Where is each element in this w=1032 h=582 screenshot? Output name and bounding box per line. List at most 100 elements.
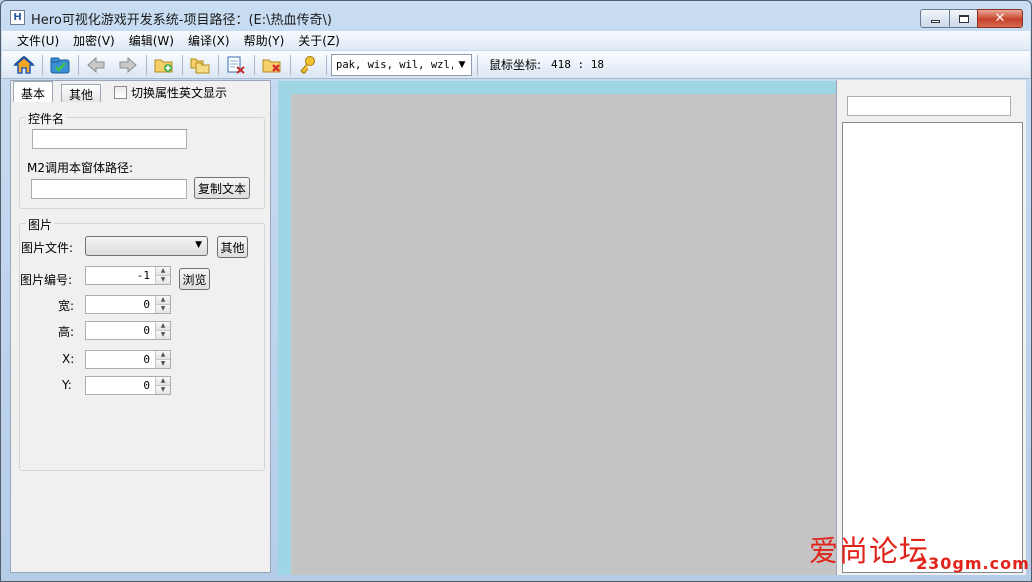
spin-down-icon[interactable]: ▼	[156, 275, 170, 284]
right-search-input[interactable]	[847, 96, 1011, 116]
height-value: 0	[143, 324, 150, 337]
toolbar-separator	[182, 54, 183, 75]
new-folder-icon	[154, 59, 172, 72]
browse-button[interactable]: 浏览	[179, 268, 210, 290]
m2-path-label: M2调用本窗体路径:	[27, 161, 134, 175]
copy-folder-button[interactable]	[186, 53, 213, 77]
x-value: 0	[143, 353, 150, 366]
image-group: 图片 图片文件: ▼ 其他 图片编号: -1 ▲ ▼ 浏览 宽: 0 ▲ ▼ 高…	[19, 216, 265, 471]
toggle-english-label: 切换属性英文显示	[131, 86, 228, 100]
toolbar-separator	[146, 54, 147, 75]
menu-encrypt[interactable]: 加密(V)	[66, 32, 122, 49]
close-icon: ✕	[994, 11, 1006, 26]
spin-up-icon[interactable]: ▲	[156, 296, 170, 305]
back-button[interactable]	[82, 53, 109, 77]
height-spinner[interactable]: 0 ▲ ▼	[85, 321, 171, 340]
toolbar-separator	[254, 54, 255, 75]
menu-about[interactable]: 关于(Z)	[291, 32, 347, 49]
window-title: Hero可视化游戏开发系统-项目路径：(E:\热血传奇\)	[31, 13, 332, 28]
delete-button[interactable]	[258, 53, 285, 77]
spinner-buttons[interactable]: ▲ ▼	[155, 351, 170, 368]
toggle-english-checkbox[interactable]: 切换属性英文显示	[114, 84, 227, 101]
back-arrow-icon	[86, 56, 104, 73]
menu-bar: 文件(U) 加密(V) 编辑(W) 编译(X) 帮助(Y) 关于(Z)	[2, 31, 1030, 50]
cut-button[interactable]	[222, 53, 249, 77]
delete-folder-icon	[262, 59, 280, 72]
x-spinner[interactable]: 0 ▲ ▼	[85, 350, 171, 369]
chevron-down-icon: ▼	[195, 240, 202, 250]
spin-up-icon[interactable]: ▲	[156, 377, 170, 386]
cut-icon	[227, 56, 245, 74]
other-button[interactable]: 其他	[217, 236, 248, 258]
key-button[interactable]	[294, 53, 321, 77]
spinner-buttons[interactable]: ▲ ▼	[155, 377, 170, 394]
caption-buttons: ✕	[920, 9, 1023, 28]
image-file-label: 图片文件:	[21, 241, 74, 255]
open-button[interactable]	[46, 53, 73, 77]
spin-up-icon[interactable]: ▲	[156, 322, 170, 331]
width-spinner[interactable]: 0 ▲ ▼	[85, 295, 171, 314]
key-icon	[299, 55, 315, 74]
home-icon	[12, 55, 35, 74]
close-button[interactable]: ✕	[977, 9, 1023, 28]
control-name-group-title: 控件名	[26, 110, 67, 127]
copy-folder-icon	[190, 58, 209, 73]
new-folder-button[interactable]	[150, 53, 177, 77]
menu-compile[interactable]: 编译(X)	[181, 32, 237, 49]
maximize-button[interactable]	[949, 9, 977, 28]
spin-down-icon[interactable]: ▼	[156, 385, 170, 394]
spin-down-icon[interactable]: ▼	[156, 359, 170, 368]
image-index-spinner[interactable]: -1 ▲ ▼	[85, 266, 171, 285]
spin-down-icon[interactable]: ▼	[156, 304, 170, 313]
toolbar-separator	[477, 54, 478, 75]
height-label: 高:	[58, 325, 75, 339]
maximize-icon	[958, 14, 969, 23]
forward-arrow-icon	[119, 56, 137, 73]
toolbar: pak, wis, wil, wzl, ▼ 鼠标坐标: 418 : 18	[2, 51, 1030, 79]
toolbar-separator	[218, 54, 219, 75]
menu-file[interactable]: 文件(U)	[10, 32, 66, 49]
toolbar-separator	[290, 54, 291, 75]
mouse-coords-label: 鼠标坐标:	[489, 58, 542, 72]
toolbar-separator	[42, 54, 43, 75]
y-spinner[interactable]: 0 ▲ ▼	[85, 376, 171, 395]
control-list[interactable]	[842, 122, 1023, 573]
image-index-value: -1	[136, 269, 150, 282]
spin-up-icon[interactable]: ▲	[156, 351, 170, 360]
control-name-input[interactable]	[32, 129, 187, 149]
image-group-title: 图片	[26, 216, 55, 233]
checkbox-box[interactable]	[114, 86, 127, 99]
title-bar[interactable]: H Hero可视化游戏开发系统-项目路径：(E:\热血传奇\) ✕	[1, 1, 1031, 31]
toolbar-separator	[78, 54, 79, 75]
width-value: 0	[143, 298, 150, 311]
format-combo[interactable]: pak, wis, wil, wzl, ▼	[331, 53, 472, 76]
minimize-button[interactable]	[920, 9, 949, 28]
menu-edit[interactable]: 编辑(W)	[122, 32, 181, 49]
x-label: X:	[62, 352, 75, 366]
spinner-buttons[interactable]: ▲ ▼	[155, 267, 170, 284]
forward-button[interactable]	[114, 53, 141, 77]
home-button[interactable]	[10, 53, 37, 77]
spinner-buttons[interactable]: ▲ ▼	[155, 322, 170, 339]
design-canvas[interactable]	[291, 94, 836, 575]
image-index-label: 图片编号:	[20, 273, 73, 287]
toolbar-separator	[326, 54, 327, 75]
design-canvas-area[interactable]	[278, 81, 836, 575]
control-name-group: 控件名 M2调用本窗体路径: 复制文本	[19, 110, 265, 209]
spin-up-icon[interactable]: ▲	[156, 267, 170, 276]
y-value: 0	[143, 379, 150, 392]
width-label: 宽:	[58, 299, 75, 313]
m2-path-input[interactable]	[31, 179, 187, 199]
spinner-buttons[interactable]: ▲ ▼	[155, 296, 170, 313]
tab-basic[interactable]: 基本	[13, 81, 54, 102]
property-panel: 基本 其他 切换属性英文显示 控件名 M2调用本窗体路径: 复制文本 图片 图片…	[10, 80, 271, 573]
image-file-select[interactable]: ▼	[85, 236, 208, 256]
tab-other[interactable]: 其他	[61, 84, 102, 102]
chevron-down-icon[interactable]: ▼	[453, 55, 471, 75]
menu-help[interactable]: 帮助(Y)	[237, 32, 292, 49]
spin-down-icon[interactable]: ▼	[156, 330, 170, 339]
right-panel	[836, 80, 1026, 575]
format-combo-value: pak, wis, wil, wzl,	[336, 58, 453, 71]
main-window: H Hero可视化游戏开发系统-项目路径：(E:\热血传奇\) ✕ 文件(U) …	[0, 0, 1032, 582]
copy-text-button[interactable]: 复制文本	[194, 177, 250, 199]
